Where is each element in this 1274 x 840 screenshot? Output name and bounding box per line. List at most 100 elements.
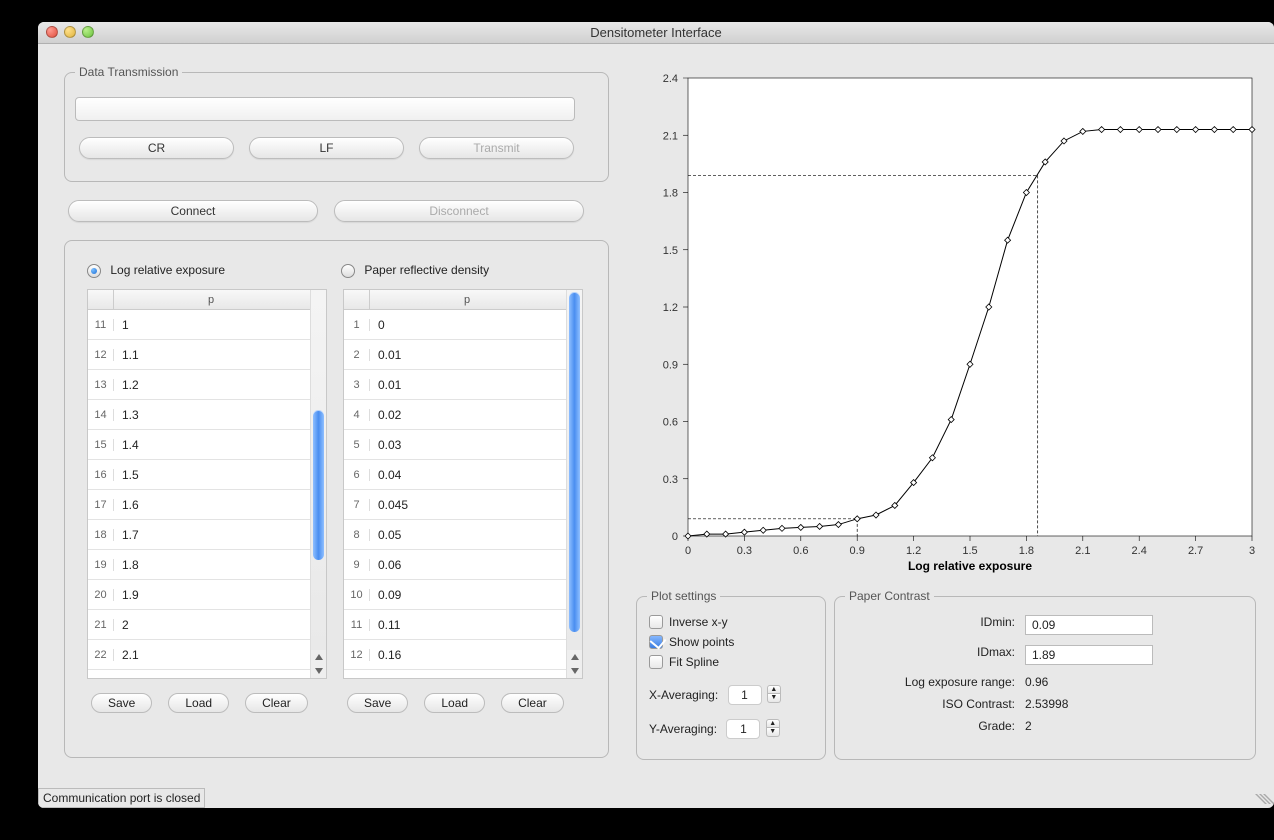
y-averaging-stepper[interactable]: ▲▼ [766,719,780,739]
fit-spline-label: Fit Spline [669,655,719,669]
cr-button[interactable]: CR [79,137,234,159]
iso-contrast-value: 2.53998 [1025,697,1068,711]
load-button[interactable]: Load [168,693,229,713]
svg-text:1.2: 1.2 [663,302,678,314]
tables-group: Log relative exposure Paper reflective d… [64,240,609,758]
scrollbar[interactable] [310,290,326,678]
show-points-label: Show points [669,635,734,649]
svg-text:0.3: 0.3 [663,474,678,486]
save-button[interactable]: Save [347,693,408,713]
svg-text:Log relative exposure: Log relative exposure [908,559,1032,573]
table-row[interactable]: 111 [88,310,326,340]
table-row[interactable]: 201.9 [88,580,326,610]
table-row[interactable]: 30.01 [344,370,582,400]
y-averaging-label: Y-Averaging: [649,722,717,736]
column-header: p [114,290,308,310]
plot-settings-legend: Plot settings [647,589,720,603]
svg-text:0: 0 [672,531,678,543]
load-button[interactable]: Load [424,693,485,713]
table-row[interactable]: 50.03 [344,430,582,460]
table-row[interactable]: 70.045 [344,490,582,520]
inverse-xy-checkbox[interactable]: Inverse x-y [649,615,728,629]
svg-text:1.5: 1.5 [663,245,678,257]
x-averaging-stepper[interactable]: ▲▼ [767,685,781,705]
svg-text:1.5: 1.5 [962,545,977,557]
table-row[interactable]: 121.1 [88,340,326,370]
svg-text:2.7: 2.7 [1188,545,1203,557]
svg-text:2.1: 2.1 [663,130,678,142]
radio-log-exposure[interactable]: Log relative exposure [87,263,225,278]
status-bar: Communication port is closed [38,788,205,808]
scroll-up-icon[interactable] [567,650,582,664]
data-transmission-legend: Data Transmission [75,65,182,79]
scroll-down-icon[interactable] [311,664,326,678]
save-button[interactable]: Save [91,693,152,713]
table-row[interactable]: 40.02 [344,400,582,430]
table-row[interactable]: 181.7 [88,520,326,550]
window-title: Densitometer Interface [590,25,722,40]
table-row[interactable]: 90.06 [344,550,582,580]
y-averaging-input[interactable]: 1 [726,719,760,739]
paper-contrast-group: Paper Contrast IDmin: 0.09 IDmax: 1.89 L… [834,596,1256,760]
transmission-input[interactable] [75,97,575,121]
radio-paper-density[interactable]: Paper reflective density [341,263,489,278]
exposure-table[interactable]: p 111121.1131.2141.3151.4161.5171.6181.7… [87,289,327,679]
radio-icon [87,264,101,278]
radio-log-exposure-label: Log relative exposure [110,263,225,277]
connect-button[interactable]: Connect [68,200,318,222]
svg-text:0.9: 0.9 [850,545,865,557]
grade-label: Grade: [978,719,1015,733]
iso-contrast-label: ISO Contrast: [942,697,1015,711]
svg-text:3: 3 [1249,545,1255,557]
app-window: Densitometer Interface Data Transmission… [38,22,1274,808]
table-row[interactable]: 110.11 [344,610,582,640]
scroll-down-icon[interactable] [567,664,582,678]
svg-text:0.6: 0.6 [793,545,808,557]
table-row[interactable]: 10 [344,310,582,340]
table-row[interactable]: 171.6 [88,490,326,520]
paper-contrast-legend: Paper Contrast [845,589,934,603]
table-row[interactable]: 151.4 [88,430,326,460]
plot-settings-group: Plot settings Inverse x-y Show points Fi… [636,596,826,760]
checkbox-icon [649,615,663,629]
table-row[interactable]: 60.04 [344,460,582,490]
svg-text:0.3: 0.3 [737,545,752,557]
scrollbar[interactable] [566,290,582,678]
clear-button[interactable]: Clear [245,693,308,713]
disconnect-button[interactable]: Disconnect [334,200,584,222]
table-row[interactable]: 222.1 [88,640,326,670]
table-row[interactable]: 212 [88,610,326,640]
fit-spline-checkbox[interactable]: Fit Spline [649,655,719,669]
table-row[interactable]: 141.3 [88,400,326,430]
table-row[interactable]: 161.5 [88,460,326,490]
minimize-icon[interactable] [64,26,76,38]
show-points-checkbox[interactable]: Show points [649,635,734,649]
table-row[interactable]: 120.16 [344,640,582,670]
clear-button[interactable]: Clear [501,693,564,713]
table-row[interactable]: 20.01 [344,340,582,370]
x-averaging-input[interactable]: 1 [728,685,762,705]
idmin-label: IDmin: [980,615,1015,629]
svg-text:2.4: 2.4 [663,74,678,85]
table-row[interactable]: 191.8 [88,550,326,580]
zoom-icon[interactable] [82,26,94,38]
table-row[interactable]: 100.09 [344,580,582,610]
log-exposure-range-value: 0.96 [1025,675,1048,689]
radio-paper-density-label: Paper reflective density [364,263,489,277]
idmax-input[interactable]: 1.89 [1025,645,1153,665]
close-icon[interactable] [46,26,58,38]
svg-text:0.6: 0.6 [663,417,678,429]
table-row[interactable]: 131.2 [88,370,326,400]
density-table[interactable]: p 1020.0130.0140.0250.0360.0470.04580.05… [343,289,583,679]
scroll-up-icon[interactable] [311,650,326,664]
svg-text:1.2: 1.2 [906,545,921,557]
table-row[interactable]: 80.05 [344,520,582,550]
lf-button[interactable]: LF [249,137,404,159]
log-exposure-range-label: Log exposure range: [905,675,1015,689]
idmin-input[interactable]: 0.09 [1025,615,1153,635]
resize-handle[interactable] [1258,792,1272,806]
x-averaging-label: X-Averaging: [649,688,718,702]
radio-icon [341,264,355,278]
svg-text:0: 0 [685,545,691,557]
transmit-button[interactable]: Transmit [419,137,574,159]
